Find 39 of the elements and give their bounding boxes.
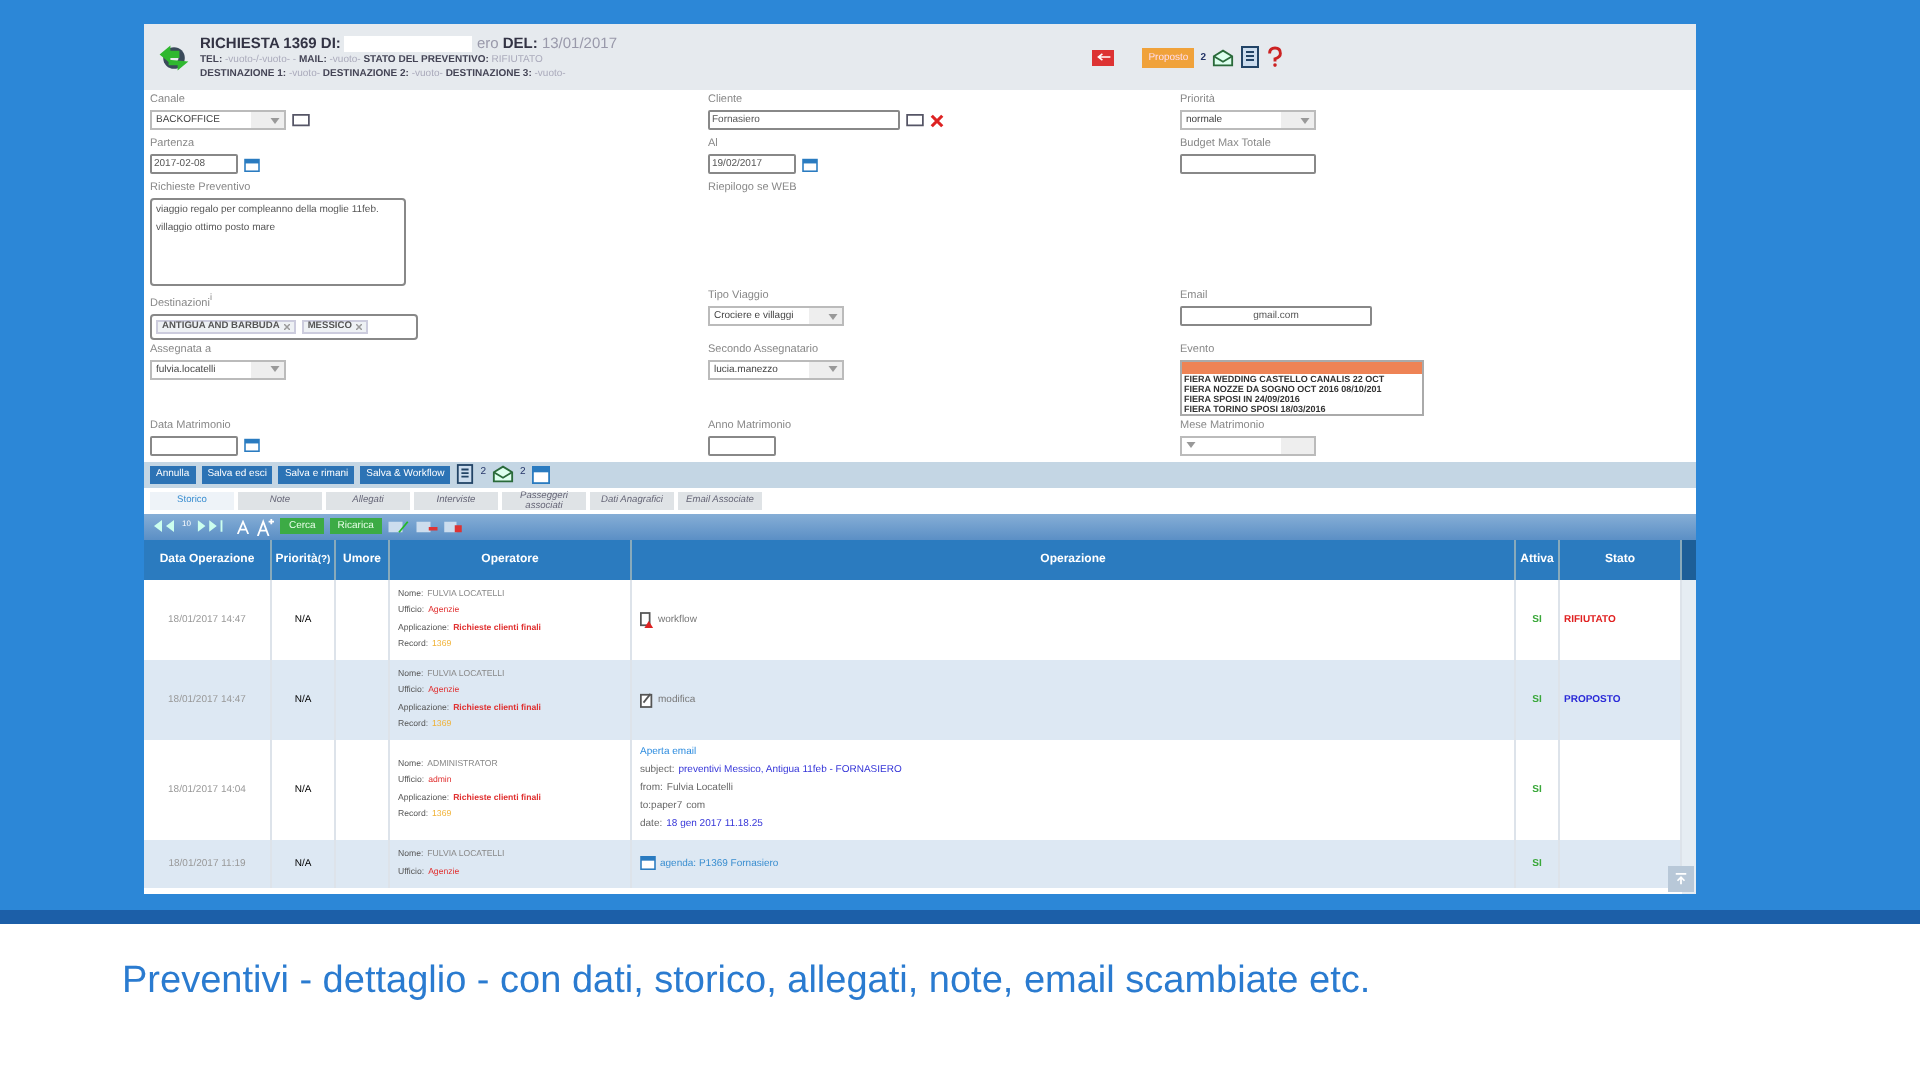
remove-icon[interactable]	[283, 323, 290, 330]
export-icon[interactable]	[415, 519, 438, 534]
calendar-icon	[640, 856, 656, 871]
delete-list-icon[interactable]	[443, 519, 462, 534]
help-icon[interactable]	[1266, 46, 1284, 68]
arrow-up-icon	[1674, 872, 1688, 886]
date-field[interactable]	[150, 435, 238, 456]
arrow-left-icon	[1095, 52, 1112, 62]
font-decrease-icon[interactable]	[236, 519, 251, 534]
caret-icon	[270, 117, 280, 123]
font-increase-icon[interactable]	[256, 517, 275, 536]
caret-icon	[1186, 442, 1196, 449]
envelope-icon[interactable]	[492, 464, 514, 485]
document-icon[interactable]	[456, 464, 475, 485]
remove-icon[interactable]	[355, 323, 362, 330]
calendar-icon[interactable]	[244, 157, 260, 171]
caret-icon	[828, 313, 838, 319]
redacted-block	[344, 35, 473, 51]
document-icon[interactable]	[1240, 46, 1260, 68]
scrollbar[interactable]	[1682, 539, 1696, 894]
calendar-icon[interactable]	[802, 157, 818, 171]
caret-icon	[1300, 117, 1310, 123]
input-field[interactable]	[708, 435, 776, 456]
slide-caption: Preventivi - dettaglio - con dati, storico, allegati, note, email scambiate etc.	[122, 960, 1373, 1004]
caret-icon	[270, 366, 280, 373]
caret-icon	[828, 366, 838, 373]
document-warning-icon	[640, 611, 654, 628]
input-field[interactable]	[1180, 154, 1316, 174]
back-button[interactable]	[1092, 49, 1115, 65]
pager-arrows-icon[interactable]	[152, 520, 176, 533]
close-icon[interactable]	[930, 113, 944, 127]
edit-list-icon[interactable]	[387, 519, 410, 534]
calendar-icon[interactable]	[531, 465, 550, 484]
dropdown[interactable]	[1180, 435, 1316, 456]
calendar-icon[interactable]	[244, 438, 260, 453]
edit-document-icon	[640, 691, 654, 708]
envelope-icon[interactable]	[1212, 47, 1234, 67]
comment-icon[interactable]	[292, 113, 310, 127]
comment-icon[interactable]	[906, 113, 924, 127]
